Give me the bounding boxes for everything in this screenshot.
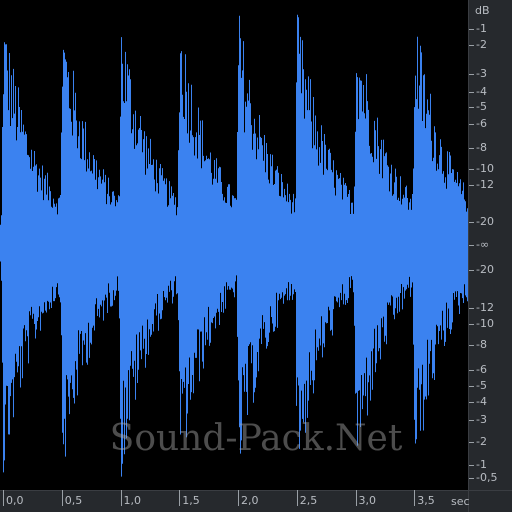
- db-tick-upper-0: [469, 29, 474, 30]
- time-tick-0: [3, 490, 4, 506]
- db-label-upper-0: -1: [476, 22, 487, 35]
- db-label-lower-3: -8: [476, 338, 487, 351]
- db-tick-upper-7: [469, 169, 474, 170]
- db-label-upper-8: -12: [476, 178, 494, 191]
- time-ruler[interactable]: 0,0 0,5 1,0 1,5 2,0 2,5 3,0 3,5: [0, 490, 468, 512]
- db-label-upper-7: -10: [476, 162, 494, 175]
- time-tick-2: [120, 490, 122, 506]
- db-label-upper-6: -8: [476, 141, 487, 154]
- db-label-center-0: -∞: [476, 238, 490, 251]
- db-label-lower-5: -5: [476, 379, 487, 392]
- time-label-7: 3,5: [417, 494, 435, 507]
- db-tick-upper-9: [469, 222, 474, 223]
- db-tick-upper-3: [469, 92, 474, 93]
- time-tick-7: [414, 490, 416, 506]
- time-tick-6: [355, 490, 357, 506]
- db-label-lower-2: -10: [476, 317, 494, 330]
- db-label-lower-10: -0,5: [476, 471, 498, 484]
- db-tick-upper-2: [469, 74, 474, 75]
- time-label-1: 0,5: [64, 494, 83, 507]
- waveform-path: [0, 14, 468, 477]
- db-tick-upper-5: [469, 124, 474, 125]
- db-tick-lower-4: [469, 370, 474, 371]
- db-label-upper-9: -20: [476, 215, 494, 228]
- db-tick-upper-6: [469, 148, 474, 149]
- time-label-5: 2,5: [299, 494, 318, 507]
- time-tick-3: [179, 490, 181, 506]
- db-tick-upper-4: [469, 107, 474, 108]
- time-label-0: 0,0: [6, 494, 24, 507]
- db-tick-upper-1: [469, 45, 474, 46]
- db-label-lower-6: -4: [476, 395, 487, 408]
- db-tick-lower-9: [469, 465, 474, 466]
- db-tick-lower-8: [469, 442, 474, 443]
- db-unit-label: dB: [475, 4, 490, 17]
- db-tick-lower-2: [469, 324, 474, 325]
- time-tick-1: [61, 490, 63, 506]
- ruler-corner: sec: [451, 490, 512, 512]
- db-label-upper-1: -2: [476, 38, 487, 51]
- time-tick-4: [238, 490, 239, 506]
- db-label-upper-5: -6: [476, 117, 487, 130]
- time-label-6: 3,0: [358, 494, 377, 507]
- time-label-2: 1,0: [123, 494, 142, 507]
- db-label-upper-2: -3: [476, 67, 487, 80]
- db-tick-lower-1: [469, 308, 474, 309]
- db-tick-lower-5: [469, 386, 474, 387]
- waveform-display[interactable]: [0, 0, 468, 490]
- db-label-lower-1: -12: [476, 301, 494, 314]
- time-label-4: 2,0: [241, 494, 259, 507]
- time-unit-label: sec: [451, 495, 470, 508]
- audio-editor: dB -1 -2 -3 -4 -5 -6 -8 -10 -12 -20 -∞ -20 -12 -10 -8 -…: [0, 0, 512, 512]
- db-scale-ruler: dB -1 -2 -3 -4 -5 -6 -8 -10 -12 -20 -∞ -20 -12 -10 -8 -…: [468, 0, 512, 490]
- db-tick-lower-0: [469, 270, 474, 271]
- waveform-graph[interactable]: [0, 0, 468, 490]
- db-label-lower-7: -3: [476, 413, 487, 426]
- db-tick-center-0: [469, 245, 474, 246]
- db-label-lower-9: -1: [476, 458, 487, 471]
- db-label-upper-4: -5: [476, 100, 487, 113]
- db-tick-lower-10: [469, 478, 474, 479]
- time-label-3: 1,5: [182, 494, 200, 507]
- db-tick-lower-6: [469, 402, 474, 403]
- db-tick-lower-3: [469, 345, 474, 346]
- db-tick-upper-8: [469, 185, 474, 186]
- db-label-lower-4: -6: [476, 363, 487, 376]
- db-label-lower-0: -20: [476, 263, 494, 276]
- db-label-lower-8: -2: [476, 435, 487, 448]
- db-tick-lower-7: [469, 420, 474, 421]
- db-label-upper-3: -4: [476, 85, 487, 98]
- time-tick-5: [296, 490, 298, 506]
